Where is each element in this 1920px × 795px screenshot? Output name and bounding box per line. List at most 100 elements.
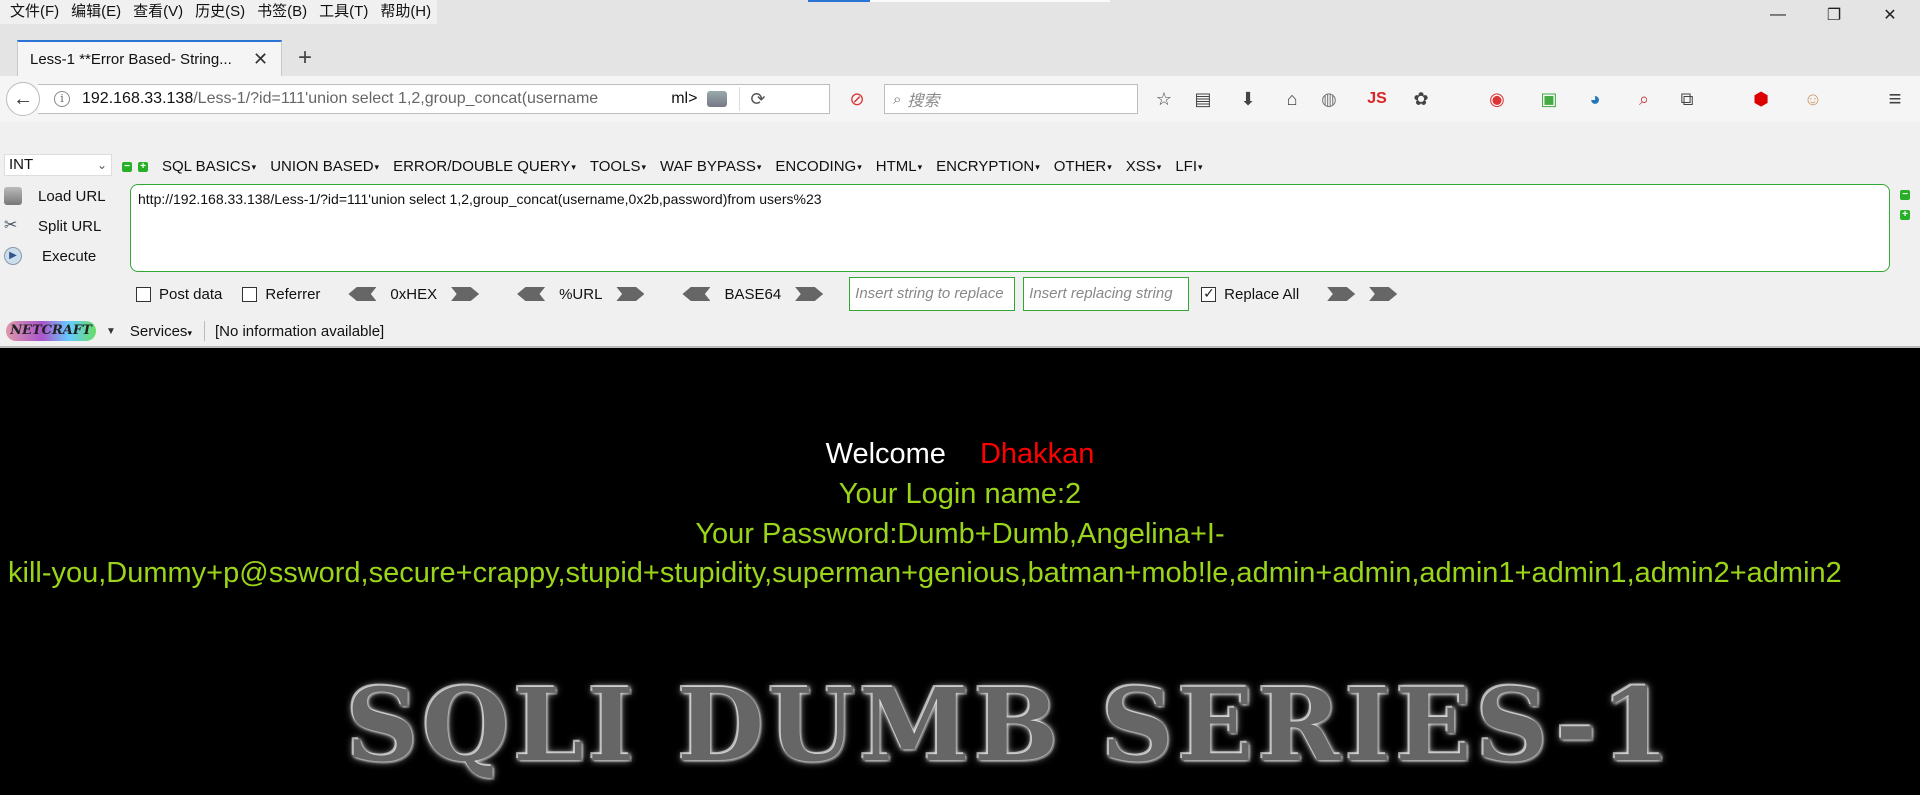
tab-strip: Less-1 **Error Based- String... ✕ + — [0, 30, 1920, 76]
netcraft-caret-icon[interactable]: ▼ — [106, 326, 116, 337]
menu-history[interactable]: 历史(S) — [189, 0, 251, 24]
hex-encode-arrow-icon[interactable] — [451, 287, 480, 301]
base64-decode-arrow-icon[interactable] — [682, 287, 711, 301]
netcraft-logo[interactable]: NETCRAFT — [6, 321, 96, 341]
tab-active[interactable]: Less-1 **Error Based- String... ✕ — [17, 40, 282, 76]
url-encode-arrow-icon[interactable] — [616, 287, 645, 301]
execute-icon: ▶ — [4, 247, 22, 265]
close-window-button[interactable]: ✕ — [1862, 0, 1918, 30]
series-banner: SQLI DUMB SERIES-1 — [346, 666, 1675, 784]
new-tab-button[interactable]: + — [290, 44, 320, 74]
menu-lfi[interactable]: LFI▾ — [1175, 158, 1202, 175]
menu-encryption[interactable]: ENCRYPTION▾ — [936, 158, 1040, 175]
reload-icon[interactable]: ⟳ — [750, 89, 765, 110]
minimize-button[interactable]: — — [1750, 0, 1806, 30]
base64-label: BASE64 — [724, 285, 782, 303]
replace-go-arrow-icon[interactable] — [1327, 287, 1356, 301]
base64-encode-arrow-icon[interactable] — [795, 287, 824, 301]
addon-globe-icon[interactable]: ◍ — [1318, 88, 1340, 110]
title-bar: 文件(F) 编辑(E) 查看(V) 历史(S) 书签(B) 工具(T) 帮助(H… — [0, 0, 1920, 30]
services-menu[interactable]: Services▾ — [130, 323, 192, 340]
url-path: /Less-1/?id=111'union select 1,2,group_c… — [193, 90, 599, 107]
referrer-label: Referrer — [265, 285, 321, 303]
search-icon: ⌕ — [893, 90, 902, 108]
split-url-button[interactable]: ✂ Split URL — [4, 214, 101, 238]
referrer-checkbox[interactable] — [242, 286, 258, 302]
restore-button[interactable]: ❐ — [1806, 0, 1862, 30]
addon-face-icon[interactable]: ☺ — [1802, 88, 1824, 110]
shrink-icon[interactable]: − — [1900, 190, 1910, 200]
back-button[interactable]: ← — [6, 82, 40, 116]
chevron-down-icon: ⌄ — [96, 158, 107, 172]
type-select-value: INT — [9, 156, 34, 173]
addon-image-icon[interactable]: ▣ — [1538, 88, 1560, 110]
menu-xss[interactable]: XSS▾ — [1126, 158, 1162, 175]
post-data-checkbox[interactable] — [136, 286, 151, 302]
load-url-label: Load URL — [38, 187, 106, 205]
info-icon[interactable]: i — [54, 91, 70, 107]
login-name-text: Your Login name:2 — [838, 478, 1082, 510]
js-switch-icon[interactable]: JS — [1366, 88, 1388, 110]
replace-next-arrow-icon[interactable] — [1369, 287, 1398, 301]
search-placeholder: 搜索 — [907, 93, 940, 110]
url-enc-label: %URL — [559, 285, 603, 303]
replace-all-label: Replace All — [1224, 285, 1300, 303]
netcraft-toolbar: NETCRAFT ▼ Services▾ [No information ava… — [0, 316, 1920, 346]
menu-waf-bypass[interactable]: WAF BYPASS▾ — [660, 158, 761, 175]
menu-edit[interactable]: 编辑(E) — [65, 0, 127, 24]
execute-button[interactable]: ▶ Execute — [4, 244, 96, 268]
menu-tools-hb[interactable]: TOOLS▾ — [590, 158, 646, 175]
palette-icon[interactable]: ✿ — [1410, 88, 1432, 110]
menu-bar: 文件(F) 编辑(E) 查看(V) 历史(S) 书签(B) 工具(T) 帮助(H… — [0, 0, 438, 24]
url-textarea[interactable]: http://192.168.33.138/Less-1/?id=111'uni… — [130, 184, 1890, 272]
decrease-icon[interactable]: − — [122, 161, 132, 172]
title-strip — [870, 0, 1110, 2]
replacing-string-input[interactable]: Insert replacing string — [1023, 277, 1190, 311]
search-bar[interactable]: ⌕ 搜索 — [884, 84, 1138, 114]
url-decode-arrow-icon[interactable] — [517, 287, 546, 301]
menu-view[interactable]: 查看(V) — [127, 0, 189, 24]
password-list-text: kill-you,Dummy+p@ssword,secure+crappy,st… — [8, 557, 1842, 589]
menu-encoding[interactable]: ENCODING▾ — [775, 158, 861, 175]
hamburger-menu-icon[interactable]: ≡ — [1884, 86, 1906, 111]
reader-list-icon[interactable]: ▤ — [1192, 88, 1214, 110]
bookmark-star-icon[interactable]: ☆ — [1153, 88, 1175, 110]
expand-icon[interactable]: + — [1900, 210, 1910, 220]
menu-other[interactable]: OTHER▾ — [1054, 158, 1112, 175]
url-host: 192.168.33.138 — [82, 90, 194, 107]
home-icon[interactable]: ⌂ — [1281, 88, 1303, 110]
addon-red-icon[interactable]: ◉ — [1486, 88, 1508, 110]
type-select[interactable]: INT ⌄ — [4, 154, 112, 176]
menu-bookmarks[interactable]: 书签(B) — [251, 0, 313, 24]
user-name: Dhakkan — [979, 438, 1095, 470]
menu-tools[interactable]: 工具(T) — [313, 0, 374, 24]
menu-html[interactable]: HTML▾ — [876, 158, 922, 175]
menu-help[interactable]: 帮助(H) — [374, 0, 437, 24]
noscript-icon[interactable]: ⊘ — [846, 88, 868, 110]
hackbar-menus: − + SQL BASICS▾ UNION BASED▾ ERROR/DOUBL… — [122, 158, 1217, 175]
menu-file[interactable]: 文件(F) — [4, 0, 65, 24]
addon-zoom-icon[interactable]: ⌕ — [1633, 88, 1655, 110]
nav-bar: i 192.168.33.138 /Less-1/?id=111'union s… — [0, 76, 1920, 122]
replace-all-checkbox[interactable] — [1201, 285, 1217, 302]
addon-copy-icon[interactable]: ⧉ — [1676, 88, 1698, 110]
menu-union-based[interactable]: UNION BASED▾ — [270, 158, 379, 175]
page-action-icon[interactable] — [707, 91, 728, 107]
download-icon[interactable]: ⬇ — [1237, 88, 1259, 110]
page-content: Welcome Dhakkan Your Login name:2 Your Pa… — [0, 346, 1920, 795]
adblock-icon[interactable]: ⬢ — [1750, 88, 1772, 110]
url-bar[interactable]: i 192.168.33.138 /Less-1/?id=111'union s… — [38, 84, 830, 114]
hackbar-options: Post data Referrer 0xHEX %URL BASE64 Ins… — [136, 277, 1411, 311]
menu-error-double-query[interactable]: ERROR/DOUBLE QUERY▾ — [393, 158, 576, 175]
hex-label: 0xHEX — [390, 285, 438, 303]
tab-title: Less-1 **Error Based- String... — [30, 50, 232, 68]
addon-chrome-icon[interactable]: ◕ — [1584, 88, 1606, 110]
menu-sql-basics[interactable]: SQL BASICS▾ — [162, 158, 256, 175]
tab-close-icon[interactable]: ✕ — [253, 49, 268, 70]
post-data-label: Post data — [159, 285, 223, 303]
replace-string-input[interactable]: Insert string to replace — [849, 277, 1016, 311]
hex-decode-arrow-icon[interactable] — [348, 287, 377, 301]
load-url-button[interactable]: Load URL — [4, 184, 106, 208]
execute-label: Execute — [42, 247, 97, 265]
increase-icon[interactable]: + — [138, 161, 148, 172]
